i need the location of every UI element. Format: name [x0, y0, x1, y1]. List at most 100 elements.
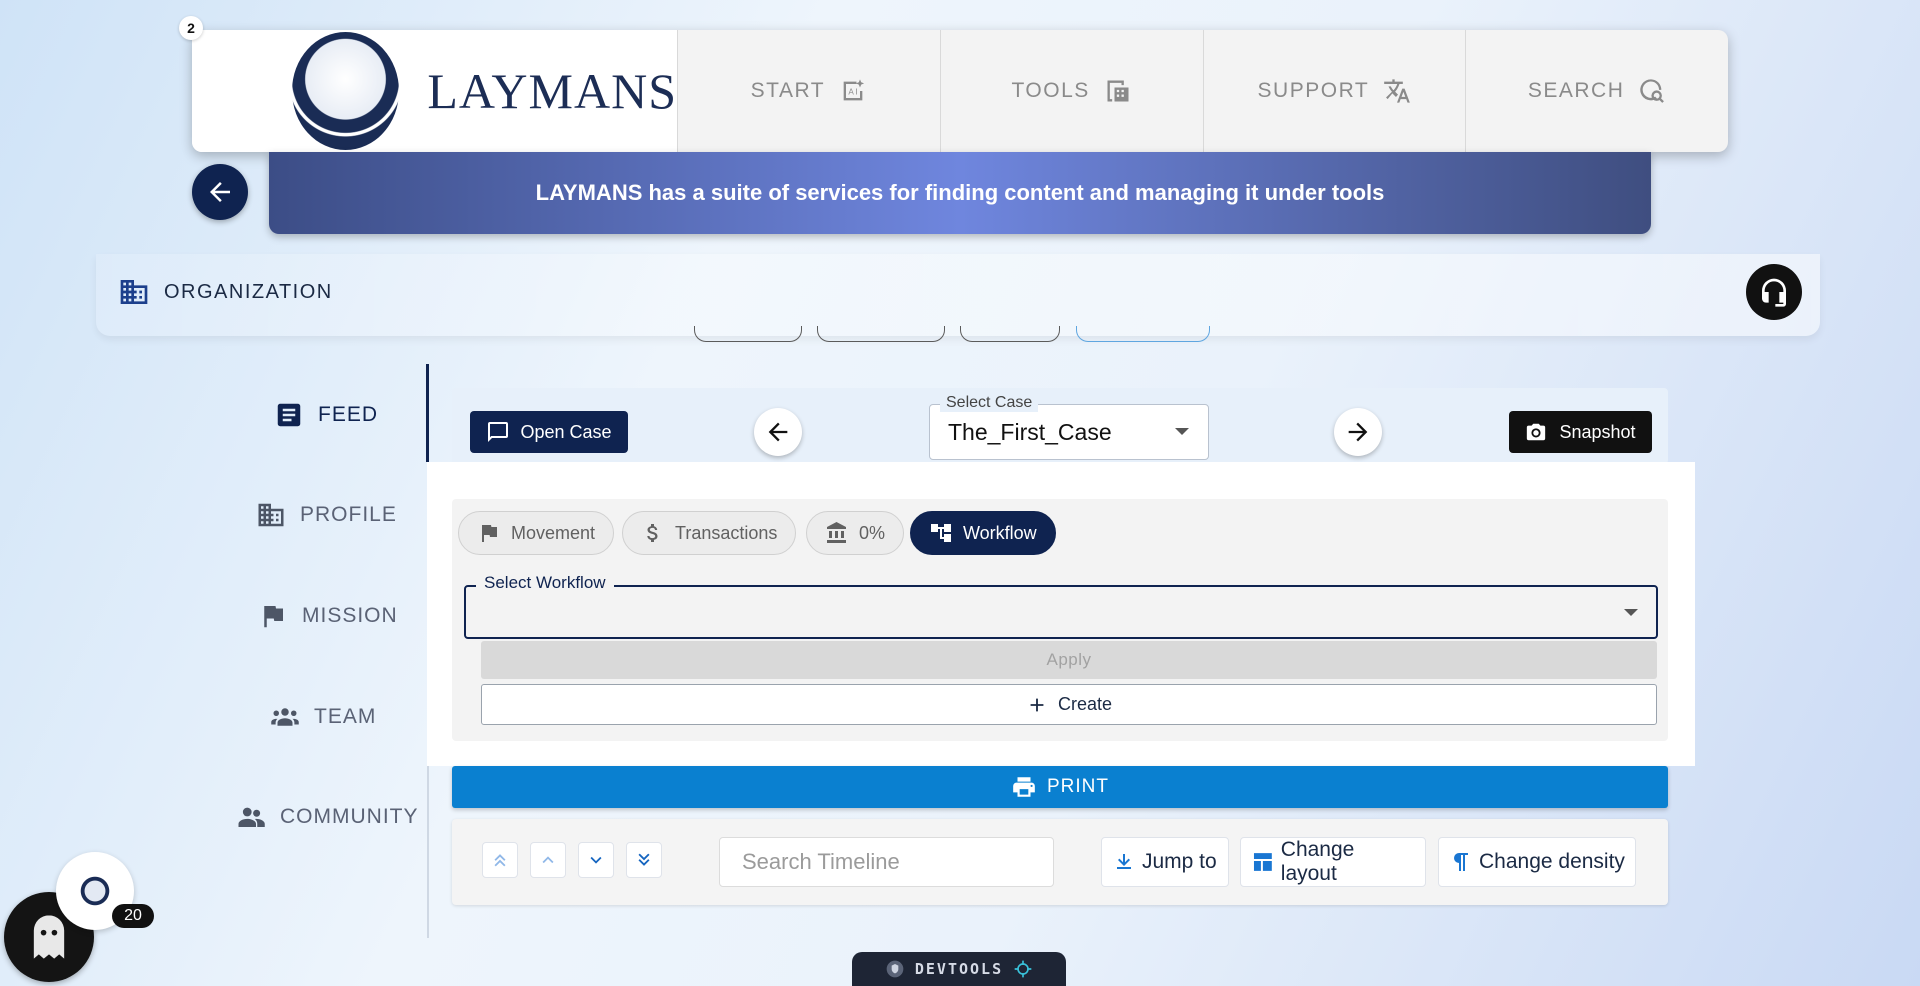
tab-transactions[interactable]: Transactions: [622, 511, 797, 555]
hidden-chip: [817, 326, 945, 342]
organization-title-label: ORGANIZATION: [164, 280, 333, 303]
plus-icon: [1030, 698, 1044, 711]
nav-item-search[interactable]: SEARCH: [1465, 30, 1728, 152]
nav-item-tools[interactable]: TOOLS: [939, 30, 1203, 152]
open-case-label: Open Case: [520, 421, 612, 442]
pilcrow-icon: [1454, 853, 1468, 871]
shield-icon: [886, 960, 904, 978]
sidebar-item-mission[interactable]: MISSION: [258, 601, 398, 631]
create-label: Create: [1057, 694, 1113, 714]
hidden-chip: [960, 326, 1060, 342]
devtools-label: DEVTOOLS: [914, 960, 1004, 978]
sidebar-item-label: TEAM: [314, 705, 377, 728]
scroll-bottom-button[interactable]: [626, 842, 662, 878]
workflow-select-label: Select Workflow: [476, 573, 614, 593]
chevron-down-icon: [1624, 609, 1638, 616]
change-layout-button[interactable]: Change layout: [1240, 837, 1426, 887]
chevron-up-icon: [542, 856, 554, 864]
nav-item-label: TOOLS: [1011, 79, 1090, 102]
banner-text: LAYMANS has a suite of services for find…: [535, 180, 1385, 205]
open-case-button[interactable]: Open Case: [470, 411, 628, 453]
group-icon: [271, 708, 299, 726]
people-icon: [238, 807, 265, 827]
building-icon: [258, 503, 284, 527]
headset-icon: [1762, 278, 1786, 307]
case-select-label: Select Case: [940, 394, 1039, 412]
tab-workflow[interactable]: Workflow: [910, 511, 1056, 555]
timeline-search-placeholder: Search Timeline: [742, 849, 900, 874]
sidebar-item-feed[interactable]: FEED: [274, 400, 378, 430]
sidebar-item-team[interactable]: TEAM: [270, 702, 376, 732]
apply-label: Apply: [1046, 650, 1092, 669]
snapshot-label: Snapshot: [1559, 421, 1636, 442]
tab-label: Transactions: [675, 522, 778, 543]
search-globe-icon: [1640, 79, 1665, 103]
tab-label: 0%: [859, 522, 886, 543]
hidden-chip: [1076, 326, 1210, 342]
support-agent-button[interactable]: [1746, 264, 1802, 320]
layout-icon: [1253, 853, 1272, 871]
nav-item-support[interactable]: SUPPORT: [1202, 30, 1466, 152]
nav-item-start[interactable]: START AI: [677, 30, 940, 152]
chevron-down-icon: [590, 856, 602, 864]
translate-icon: [1384, 79, 1411, 103]
tab-label: Workflow: [963, 522, 1037, 543]
dollar-icon: [647, 524, 658, 542]
create-button[interactable]: Create: [481, 684, 1657, 725]
building-icon: [120, 280, 148, 304]
ai-sparkle-icon: AI: [843, 79, 865, 101]
case-select-value: The_First_Case: [948, 419, 1112, 445]
sidebar-item-community[interactable]: COMMUNITY: [236, 802, 419, 832]
devtools-toggle[interactable]: DEVTOOLS: [852, 952, 1066, 986]
snapshot-button[interactable]: Snapshot: [1509, 411, 1652, 453]
scroll-up-button[interactable]: [530, 842, 566, 878]
notification-count-badge: 2: [179, 16, 203, 40]
sidebar-item-label: COMMUNITY: [280, 805, 419, 828]
previous-case-button[interactable]: [754, 408, 802, 456]
hidden-chip: [694, 326, 802, 342]
organization-header: [96, 254, 1820, 336]
brand-logo-link[interactable]: LAYMANS: [192, 30, 677, 152]
chat-bubble-icon: [488, 422, 509, 442]
back-button[interactable]: [192, 164, 248, 220]
tab-movement[interactable]: Movement: [458, 511, 615, 555]
sidebar-item-profile[interactable]: PROFILE: [256, 500, 397, 530]
change-layout-label: Change layout: [1280, 838, 1355, 885]
workflow-select[interactable]: [464, 585, 1658, 639]
scroll-top-button[interactable]: [482, 842, 518, 878]
top-navigation: LAYMANS START AI TOOLS SUPPORT SEARCH: [192, 30, 1728, 152]
chevron-down-icon: [1175, 428, 1189, 435]
apply-button[interactable]: Apply: [481, 641, 1657, 679]
workflow-icon: [931, 524, 951, 542]
scroll-down-button[interactable]: [578, 842, 614, 878]
sidebar-item-label: FEED: [318, 403, 379, 426]
user-badge-count: 20: [112, 904, 154, 928]
nav-item-label: START: [750, 79, 826, 102]
calculator-icon: [1107, 80, 1129, 102]
double-chevron-up-icon: [494, 854, 506, 867]
lady-justice-logo-icon: [292, 32, 400, 150]
printer-icon: [1013, 777, 1035, 797]
tab-bank-percentage[interactable]: 0%: [806, 511, 905, 555]
arrow-left-icon: [768, 422, 788, 442]
print-label: PRINT: [1047, 776, 1109, 797]
sidebar-active-indicator: [426, 364, 429, 462]
change-density-button[interactable]: Change density: [1438, 837, 1636, 887]
jump-to-label: Jump to: [1142, 850, 1217, 873]
avatar: [77, 873, 113, 909]
article-icon: [277, 403, 301, 427]
brand-name: LAYMANS: [427, 63, 677, 119]
jump-to-button[interactable]: Jump to: [1101, 837, 1229, 887]
bank-icon: [827, 522, 846, 543]
svg-text:AI: AI: [848, 88, 859, 97]
timeline-search-input[interactable]: Search Timeline: [719, 837, 1054, 887]
camera-icon: [1527, 423, 1546, 441]
next-case-button[interactable]: [1334, 408, 1382, 456]
download-arrow-icon: [1117, 854, 1131, 869]
sidebar-item-label: MISSION: [302, 604, 398, 627]
change-density-label: Change density: [1479, 850, 1625, 873]
organization-title: ORGANIZATION: [118, 276, 333, 308]
double-chevron-down-icon: [638, 853, 650, 866]
crosshair-icon: [1014, 960, 1032, 978]
print-button[interactable]: PRINT: [452, 766, 1668, 808]
